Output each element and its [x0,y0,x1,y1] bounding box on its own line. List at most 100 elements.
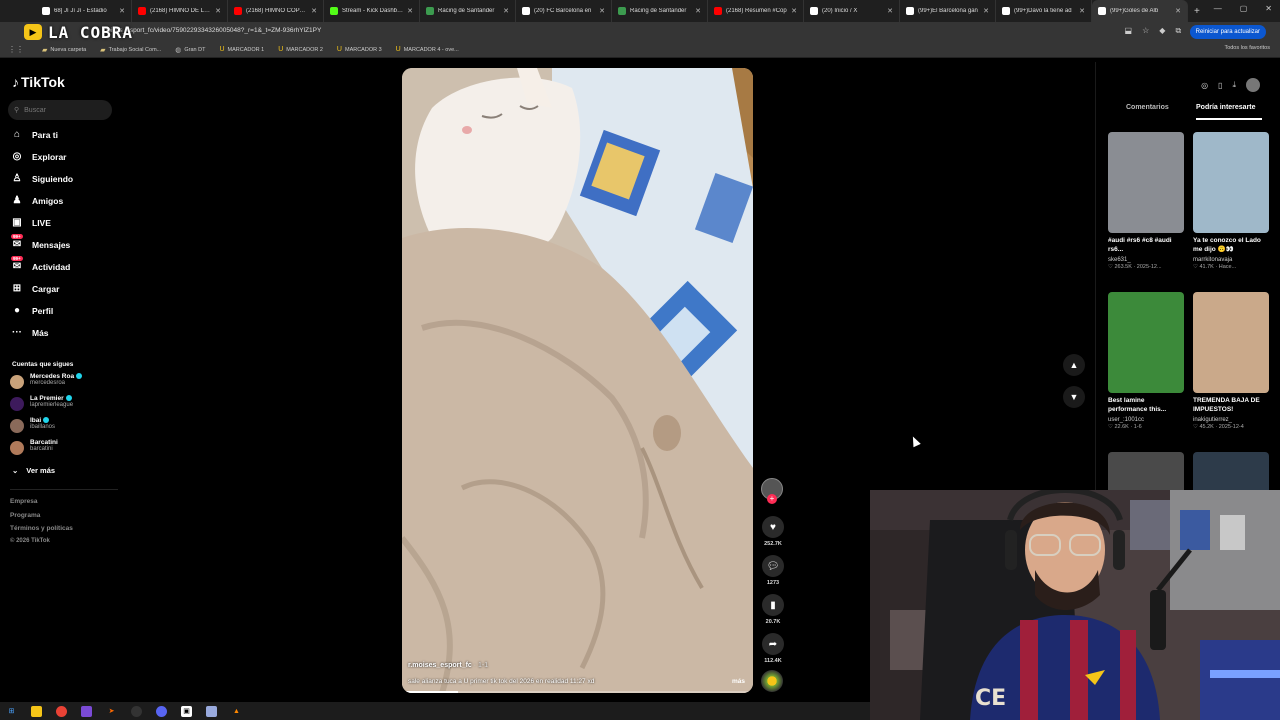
start-icon[interactable]: ⊞ [6,706,17,717]
tab-close-icon[interactable]: ✕ [695,7,701,15]
tool-icon[interactable] [206,705,217,717]
card-author[interactable]: marrkitonavaja [1193,257,1269,263]
video-thumbnail[interactable] [1108,132,1184,233]
arrow-app-icon[interactable]: ➤ [106,706,117,717]
recommended-card[interactable]: TREMENDA BAJA DE IMPUESTOS! inakigutierre… [1193,292,1269,430]
browser-tab[interactable]: (2168) HIMNO COPA L ✕ [228,0,324,22]
url-field[interactable]: moises_esport_fc/video/75902293343260050… [102,27,321,34]
new-tab-button[interactable]: + [1194,6,1200,17]
tab-close-icon[interactable]: ✕ [311,7,317,15]
phone-icon[interactable]: ▯ [1218,81,1222,90]
following-account[interactable]: La Premier lapremierleague [10,395,73,411]
browser-tab[interactable]: (99+)Goles de Alb ✕ [1092,0,1188,22]
extensions-puzzle-icon[interactable]: ⧉ [1175,26,1181,36]
bookmark-item[interactable]: ▰ Trabajo Social Com... [100,46,161,54]
maximize-button[interactable]: ▢ [1240,4,1248,13]
nav-item-actividad[interactable]: ✉ 99+ Actividad [10,256,70,272]
video-player[interactable]: r.moises_esport_fc · 1-1 sale alianza tu… [402,68,753,693]
following-account[interactable]: Ibai ibaillanos [10,417,55,433]
all-bookmarks-button[interactable]: Todos los favoritos [1224,45,1270,51]
install-icon[interactable]: ⬓ [1125,26,1133,36]
tab-close-icon[interactable]: ✕ [791,7,797,15]
browser-tab[interactable]: (99+)Davo la tiene ad ✕ [996,0,1092,22]
browser-tab[interactable]: (2168) Resumen #Cop ✕ [708,0,804,22]
nav-item-live[interactable]: ▣ LIVE [10,217,51,228]
tab-close-icon[interactable]: ✕ [407,7,413,15]
nav-item-explorar[interactable]: ◎ Explorar [10,151,67,162]
footer-link-company[interactable]: Empresa [10,498,37,505]
user-avatar[interactable] [1246,78,1260,92]
card-author[interactable]: ske631_ [1108,257,1184,263]
next-video-button[interactable]: ▼ [1063,386,1085,408]
video-thumbnail[interactable] [1193,132,1269,233]
vlc-icon[interactable]: ▲ [231,706,242,717]
bookmark-star-icon[interactable]: ☆ [1142,26,1149,36]
previous-video-button[interactable]: ▲ [1063,354,1085,376]
tab-close-icon[interactable]: ✕ [983,7,989,15]
tab-close-icon[interactable]: ✕ [599,7,605,15]
heart-icon[interactable]: ♥ [762,516,784,538]
browser-tab[interactable]: (20) FC Barcelona en ✕ [516,0,612,22]
app-icon[interactable] [81,705,92,717]
following-account[interactable]: Mercedes Roa mercedesroa [10,373,83,389]
browser-tab[interactable]: (99+)El Barcelona gan ✕ [900,0,996,22]
discord-icon[interactable] [156,705,167,717]
share-icon[interactable]: ➦ [762,633,784,655]
browser-tab[interactable]: Stream - Kick Dashboar ✕ [324,0,420,22]
tab-close-icon[interactable]: ✕ [119,7,125,15]
tab-close-icon[interactable]: ✕ [503,7,509,15]
nav-item-siguiendo[interactable]: ♙ Siguiendo [10,173,74,184]
bookmark-item[interactable]: U MARCADOR 2 [278,46,323,53]
comment-icon[interactable]: 💬︎ [762,555,784,577]
tab-comments[interactable]: Comentarios [1126,104,1169,111]
close-window-button[interactable]: ✕ [1265,4,1272,13]
video-thumbnail[interactable] [1193,292,1269,393]
nav-item-perfil[interactable]: ● Perfil [10,305,53,316]
recommended-card[interactable]: Ya te conozco el Lado me dijo 🙃👀 marrkito… [1193,132,1269,270]
bookmark-item[interactable]: U MARCADOR 4 - ove... [396,46,459,53]
extension-icon[interactable]: ◆ [1159,26,1165,36]
tab-close-icon[interactable]: ✕ [1175,7,1181,15]
bookmark-icon[interactable]: ▮ [762,594,784,616]
chrome-icon[interactable] [56,705,67,717]
update-button[interactable]: Reiniciar para actualizar [1189,25,1266,39]
bookmark-item[interactable]: U MARCADOR 3 [337,46,382,53]
recommended-card[interactable]: Best lamine performance this... user_:100… [1108,292,1184,430]
nav-item-cargar[interactable]: ⊞ Cargar [10,283,60,294]
bookmark-item[interactable]: U MARCADOR 1 [219,46,264,53]
tab-recommended[interactable]: Podría interesarte [1196,104,1256,111]
caption-more-button[interactable]: más [732,678,745,685]
compass-icon[interactable]: ◎ [1201,81,1208,90]
browser-tab[interactable]: Racing de Santander ✕ [420,0,516,22]
video-thumbnail[interactable] [1108,292,1184,393]
browser-tab[interactable]: 68] Jí Jí Jí - Estadio ✕ [36,0,132,22]
following-account[interactable]: Barcatini barcatini [10,439,58,455]
nav-item-para-ti[interactable]: ⌂ Para ti [10,129,58,140]
recommended-card[interactable]: #audi #rs6 #c8 #audi rs6... ske631_ ♡ 263.… [1108,132,1184,270]
bookmark-item[interactable]: ◍ Gran DT [175,46,205,54]
tab-close-icon[interactable]: ✕ [887,7,893,15]
follow-plus-icon[interactable]: + [767,494,777,504]
browser-tab[interactable]: (20) Inicio / X ✕ [804,0,900,22]
minimize-button[interactable]: — [1214,4,1222,13]
see-more-button[interactable]: ⌄ Ver más [12,466,55,475]
nav-item-más[interactable]: ··· Más [10,327,49,338]
nav-item-mensajes[interactable]: ✉ 99+ Mensajes [10,234,70,250]
obs-icon[interactable] [131,705,142,717]
video-progress-bar[interactable] [402,691,753,693]
file-explorer-icon[interactable] [31,705,42,717]
tab-close-icon[interactable]: ✕ [215,7,221,15]
tab-close-icon[interactable]: ✕ [1079,7,1085,15]
browser-tab[interactable]: (2168) HIMNO DE LA C ✕ [132,0,228,22]
browser-tab[interactable]: Racing de Santander ✕ [612,0,708,22]
video-author[interactable]: r.moises_esport_fc · 1-1 [408,662,488,669]
footer-link-terms[interactable]: Términos y políticas [10,525,73,532]
music-disc-icon[interactable] [761,670,783,692]
tiktok-logo[interactable]: ♪ TikTok [12,74,65,90]
capcut-icon[interactable]: ▣ [181,705,192,717]
download-icon[interactable]: ⤓ [1232,80,1236,90]
bookmark-item[interactable]: ▰ Nueva carpeta [42,46,86,54]
footer-link-program[interactable]: Programa [10,512,40,519]
apps-grid-icon[interactable]: ⋮⋮ [8,45,24,54]
card-author[interactable]: user_:1001cc [1108,417,1184,423]
